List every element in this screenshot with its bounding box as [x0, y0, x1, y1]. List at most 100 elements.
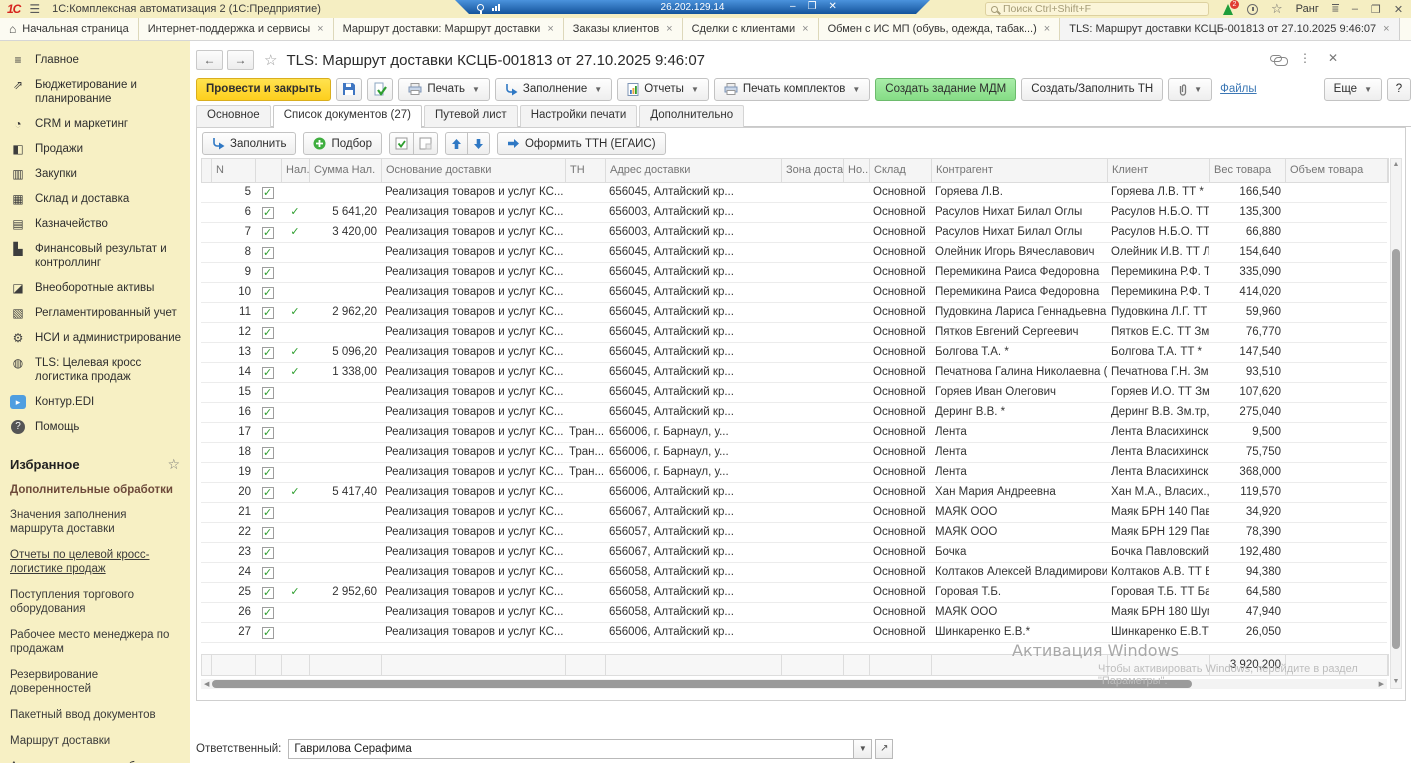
vertical-scrollbar[interactable]: ▲ ▼	[1390, 158, 1402, 689]
scroll-up-icon[interactable]: ▲	[1391, 160, 1401, 170]
row-checkbox-cell[interactable]	[255, 543, 281, 562]
sidebar-item-tls[interactable]: ◍TLS: Целевая кросс логистика продаж	[0, 351, 190, 390]
column-header[interactable]: Вес товара	[1210, 159, 1286, 182]
sidebar-item-budget[interactable]: ⇗Бюджетирование и планирование	[0, 73, 190, 112]
row-checkbox-cell[interactable]	[255, 583, 281, 602]
table-row[interactable]: 16Реализация товаров и услуг КС...656045…	[201, 403, 1387, 423]
window-close-button[interactable]: ✕	[1394, 3, 1403, 16]
sidebar-item-purchases[interactable]: ▥Закупки	[0, 162, 190, 187]
column-header[interactable]	[256, 159, 282, 182]
create-tn-button[interactable]: Создать/Заполнить ТН	[1021, 78, 1163, 101]
reports-button[interactable]: Отчеты▼	[617, 78, 709, 101]
get-link-icon[interactable]	[1270, 55, 1282, 62]
row-checkbox-cell[interactable]	[255, 363, 281, 382]
close-form-icon[interactable]: ✕	[1328, 51, 1338, 65]
app-tab[interactable]: Обмен с ИС МП (обувь, одежда, табак...)×	[819, 18, 1061, 40]
fill-button[interactable]: Заполнение▼	[495, 78, 612, 101]
table-row[interactable]: 11✓2 962,20Реализация товаров и услуг КС…	[201, 303, 1387, 323]
scroll-down-icon[interactable]: ▼	[1391, 677, 1401, 687]
row-checkbox[interactable]	[262, 607, 274, 619]
row-checkbox[interactable]	[262, 467, 274, 479]
table-row[interactable]: 27Реализация товаров и услуг КС...656006…	[201, 623, 1387, 643]
sidebar-item-menu[interactable]: ≡Главное	[0, 48, 190, 73]
current-user-label[interactable]: Ранг	[1296, 3, 1319, 15]
row-checkbox[interactable]	[262, 547, 274, 559]
responsible-open-icon[interactable]: ↗	[875, 739, 893, 759]
column-header[interactable]: ТН	[566, 159, 606, 182]
row-checkbox[interactable]	[262, 407, 274, 419]
row-checkbox[interactable]	[262, 327, 274, 339]
row-checkbox[interactable]	[262, 507, 274, 519]
table-row[interactable]: 12Реализация товаров и услуг КС...656045…	[201, 323, 1387, 343]
favorites-icon[interactable]: ☆	[1271, 1, 1283, 17]
table-row[interactable]: 25✓2 952,60Реализация товаров и услуг КС…	[201, 583, 1387, 603]
row-checkbox-cell[interactable]	[255, 303, 281, 322]
pick-button[interactable]: Подбор	[303, 132, 382, 155]
files-link[interactable]: Файлы	[1220, 83, 1257, 95]
horizontal-scroll-thumb[interactable]	[212, 680, 1192, 688]
sidebar-item-warehouse[interactable]: ▦Склад и доставка	[0, 187, 190, 212]
column-header[interactable]: Адрес доставки	[606, 159, 782, 182]
favorite-link[interactable]: Поступления торгового оборудования	[10, 588, 180, 616]
table-row[interactable]: 14✓1 338,00Реализация товаров и услуг КС…	[201, 363, 1387, 383]
ttn-egais-button[interactable]: Оформить ТТН (ЕГАИС)	[497, 132, 666, 155]
sidebar-item-accounting[interactable]: ▧Регламентированный учет	[0, 301, 190, 326]
service-menu-icon[interactable]: ≡	[1332, 4, 1339, 14]
row-checkbox[interactable]	[262, 567, 274, 579]
table-row[interactable]: 24Реализация товаров и услуг КС...656058…	[201, 563, 1387, 583]
history-icon[interactable]	[1247, 4, 1258, 15]
check-all-button[interactable]	[389, 132, 414, 155]
row-checkbox[interactable]	[262, 527, 274, 539]
row-checkbox[interactable]	[262, 247, 274, 259]
table-row[interactable]: 9Реализация товаров и услуг КС...656045,…	[201, 263, 1387, 283]
column-header[interactable]: Склад	[870, 159, 932, 182]
table-row[interactable]: 5Реализация товаров и услуг КС...656045,…	[201, 183, 1387, 203]
column-header[interactable]: Контрагент	[932, 159, 1108, 182]
create-mdm-task-button[interactable]: Создать задание МДМ	[875, 78, 1016, 101]
row-checkbox-cell[interactable]	[255, 443, 281, 462]
favorite-link[interactable]: Рабочее место менеджера по продажам	[10, 628, 180, 656]
close-tab-icon[interactable]: ×	[317, 23, 323, 35]
favorite-link[interactable]: Пакетный ввод документов	[10, 708, 180, 722]
column-header[interactable]: Зона доставки	[782, 159, 844, 182]
move-down-button[interactable]	[467, 132, 490, 155]
favorite-link[interactable]: Отчеты по целевой кросс-логистике продаж	[10, 548, 180, 576]
table-row[interactable]: 18Реализация товаров и услуг КС...Тран..…	[201, 443, 1387, 463]
column-header[interactable]: Сумма Нал.	[310, 159, 382, 182]
save-button[interactable]	[336, 78, 362, 101]
attachments-button[interactable]: ▼	[1168, 78, 1212, 101]
column-header[interactable]: Основание доставки	[382, 159, 566, 182]
row-checkbox-cell[interactable]	[255, 563, 281, 582]
row-checkbox-cell[interactable]	[255, 263, 281, 282]
print-sets-button[interactable]: Печать комплектов▼	[714, 78, 870, 101]
app-tab[interactable]: Сделки с клиентами×	[683, 18, 819, 40]
row-checkbox-cell[interactable]	[255, 623, 281, 642]
back-button[interactable]: ←	[196, 50, 223, 70]
table-row[interactable]: 19Реализация товаров и услуг КС...Тран..…	[201, 463, 1387, 483]
row-checkbox[interactable]	[262, 287, 274, 299]
sidebar-item-kontur[interactable]: ▸Контур.EDI	[0, 390, 190, 415]
doc-tab[interactable]: Дополнительно	[639, 105, 744, 127]
app-tab[interactable]: Маршрут доставки: Маршрут доставки×	[334, 18, 564, 40]
column-header[interactable]: N	[212, 159, 256, 182]
row-checkbox[interactable]	[262, 387, 274, 399]
row-checkbox[interactable]	[262, 307, 274, 319]
favorite-link[interactable]: Маршрут доставки	[10, 734, 180, 748]
row-checkbox[interactable]	[262, 587, 274, 599]
sidebar-item-crm[interactable]: ◔CRM и маркетинг	[0, 112, 190, 137]
row-checkbox-cell[interactable]	[255, 323, 281, 342]
close-tab-icon[interactable]: ×	[547, 23, 553, 35]
sidebar-item-finance[interactable]: ▙Финансовый результат и контроллинг	[0, 237, 190, 276]
doc-tab[interactable]: Настройки печати	[520, 105, 638, 127]
doc-tab[interactable]: Список документов (27)	[273, 105, 422, 128]
rdp-close-button[interactable]: ✕	[829, 0, 837, 13]
favorite-link[interactable]: Значения заполнения маршрута доставки	[10, 508, 180, 536]
scroll-right-icon[interactable]: ▶	[1376, 680, 1387, 688]
forward-button[interactable]: →	[227, 50, 254, 70]
column-header[interactable]: Клиент	[1108, 159, 1210, 182]
star-icon[interactable]: ☆	[167, 456, 180, 473]
close-tab-icon[interactable]: ×	[802, 23, 808, 35]
rdp-minimize-button[interactable]: –	[790, 0, 796, 13]
row-checkbox-cell[interactable]	[255, 223, 281, 242]
table-row[interactable]: 22Реализация товаров и услуг КС...656057…	[201, 523, 1387, 543]
